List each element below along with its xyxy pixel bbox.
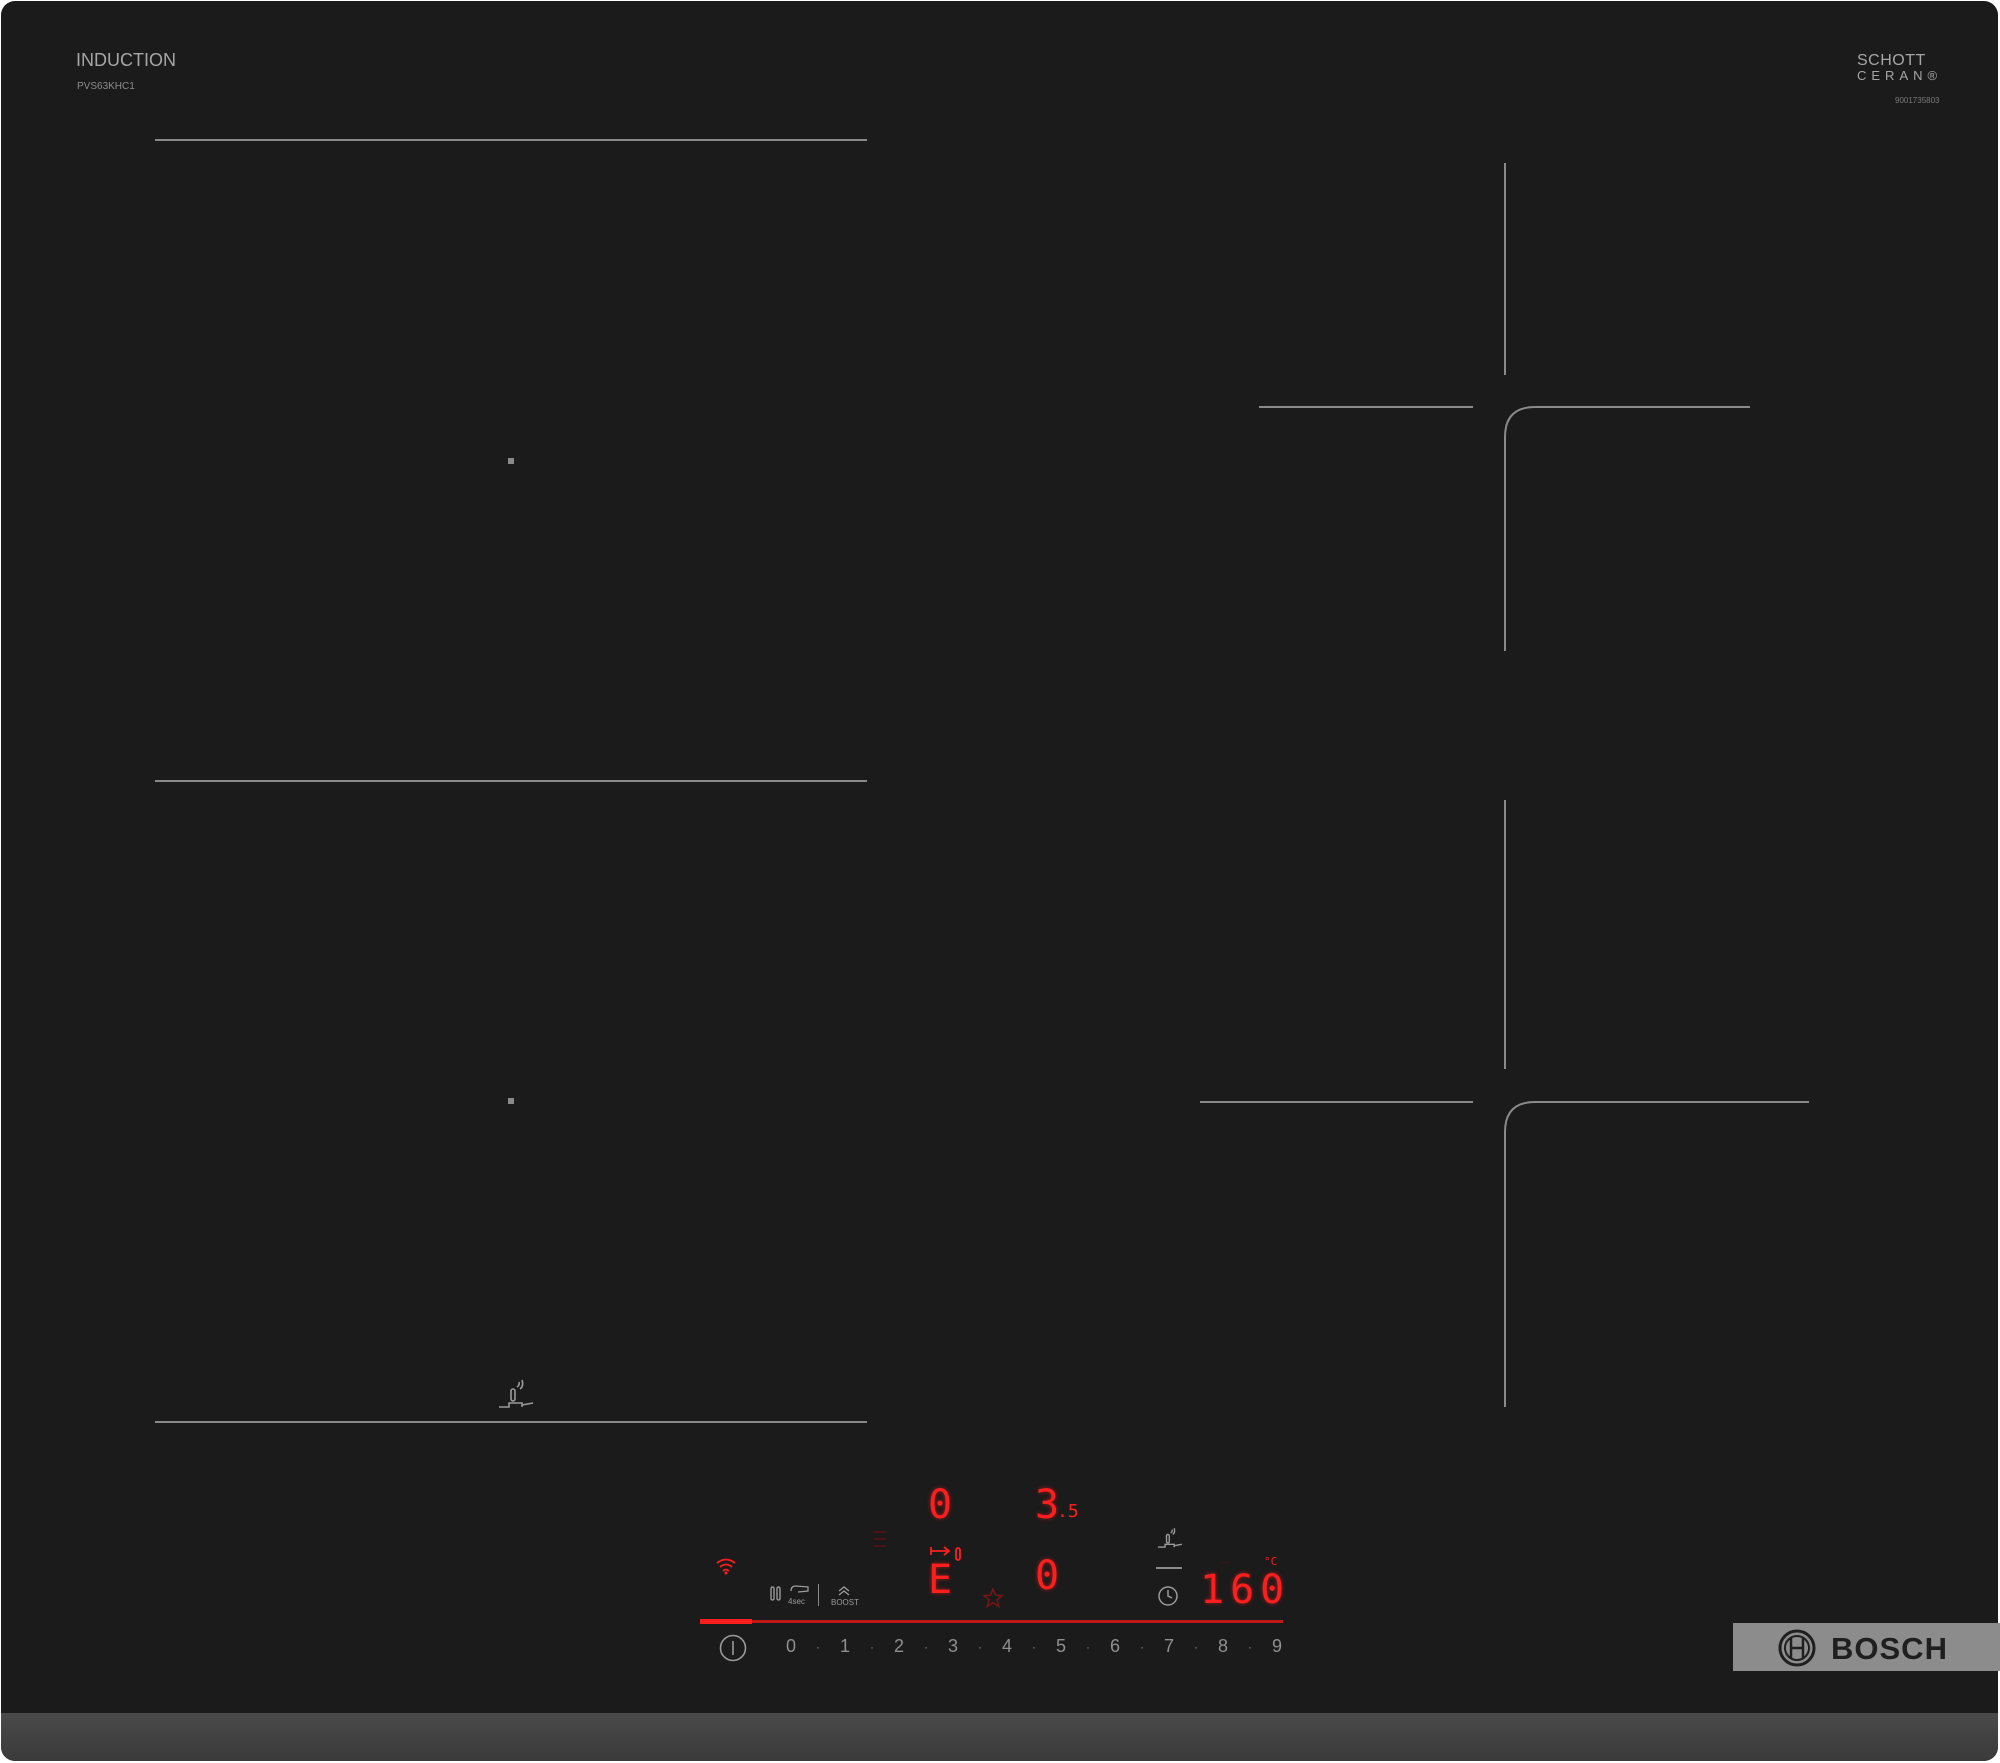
zone-display-bottom-right: 0 — [1035, 1553, 1060, 1599]
slider-level-5[interactable]: 5 — [1051, 1636, 1071, 1657]
wipe-protect-icon[interactable] — [770, 1586, 782, 1602]
control-divider — [818, 1584, 819, 1606]
slider-level-7[interactable]: 7 — [1159, 1636, 1179, 1657]
slider-level-0[interactable]: 0 — [781, 1636, 801, 1657]
wifi-icon[interactable] — [715, 1557, 737, 1575]
zone-display-bottom-left: E — [928, 1557, 953, 1603]
slider-separator-dot: · — [1248, 1640, 1252, 1654]
right-bottom-zone-corner — [1504, 1101, 1809, 1407]
frame-bottom-edge — [1, 1713, 1998, 1761]
slider-level-2[interactable]: 2 — [889, 1636, 909, 1657]
zone-display-top-left: 0 — [928, 1482, 953, 1528]
slider-track[interactable] — [700, 1620, 1283, 1623]
zone-indicator-dim — [874, 1531, 886, 1547]
boost-icon[interactable] — [838, 1586, 850, 1596]
slider-separator-dot: · — [1086, 1640, 1090, 1654]
glass-ceramic-surface: INDUCTION PVS63KHC1 SCHOTT CERAN® 900173… — [1, 1, 1998, 1761]
temperature-indicator-dim: ··· — [1221, 1557, 1230, 1567]
pan-sensor-icon — [499, 1379, 534, 1408]
boost-label: BOOST — [831, 1598, 860, 1607]
right-top-zone-corner — [1504, 406, 1750, 651]
temperature-display: 160 — [1200, 1567, 1291, 1613]
power-indicator-line — [700, 1619, 752, 1624]
pan-sensor-control-icon[interactable] — [1156, 1526, 1184, 1550]
thermometer-icon — [930, 1546, 961, 1561]
zone-display-top-right: 3 — [1035, 1482, 1060, 1528]
bosch-logo-icon — [1778, 1629, 1816, 1667]
star-icon[interactable] — [982, 1587, 1004, 1609]
slider-level-4[interactable]: 4 — [997, 1636, 1017, 1657]
slider-level-6[interactable]: 6 — [1105, 1636, 1125, 1657]
slider-level-8[interactable]: 8 — [1213, 1636, 1233, 1657]
slider-separator-dot: · — [870, 1640, 874, 1654]
clock-icon[interactable] — [1157, 1585, 1179, 1607]
slider-separator-dot: · — [924, 1640, 928, 1654]
slider-level-1[interactable]: 1 — [835, 1636, 855, 1657]
slider-separator-dot: · — [1140, 1640, 1144, 1654]
pan-sensor-line — [1156, 1567, 1182, 1569]
zone-markings — [155, 139, 1809, 1423]
slider-separator-dot: · — [978, 1640, 982, 1654]
temperature-unit: °C — [1264, 1555, 1278, 1568]
slider-separator-dot: · — [1194, 1640, 1198, 1654]
zone-center-dot-top — [508, 458, 514, 464]
slider-separator-dot: · — [816, 1640, 820, 1654]
slider-separator-dot: · — [1032, 1640, 1036, 1654]
power-icon[interactable] — [718, 1633, 748, 1663]
slider-level-3[interactable]: 3 — [943, 1636, 963, 1657]
bosch-logo-text: BOSCH — [1831, 1631, 1948, 1666]
zone-center-dot-bottom — [508, 1098, 514, 1104]
timer-lock-label: 4sec — [788, 1597, 805, 1606]
cooktop: INDUCTION PVS63KHC1 SCHOTT CERAN® 900173… — [0, 0, 2000, 1763]
hand-icon — [790, 1585, 809, 1593]
slider-level-9[interactable]: 9 — [1267, 1636, 1287, 1657]
zone-display-top-right-fraction: .5 — [1057, 1501, 1079, 1522]
